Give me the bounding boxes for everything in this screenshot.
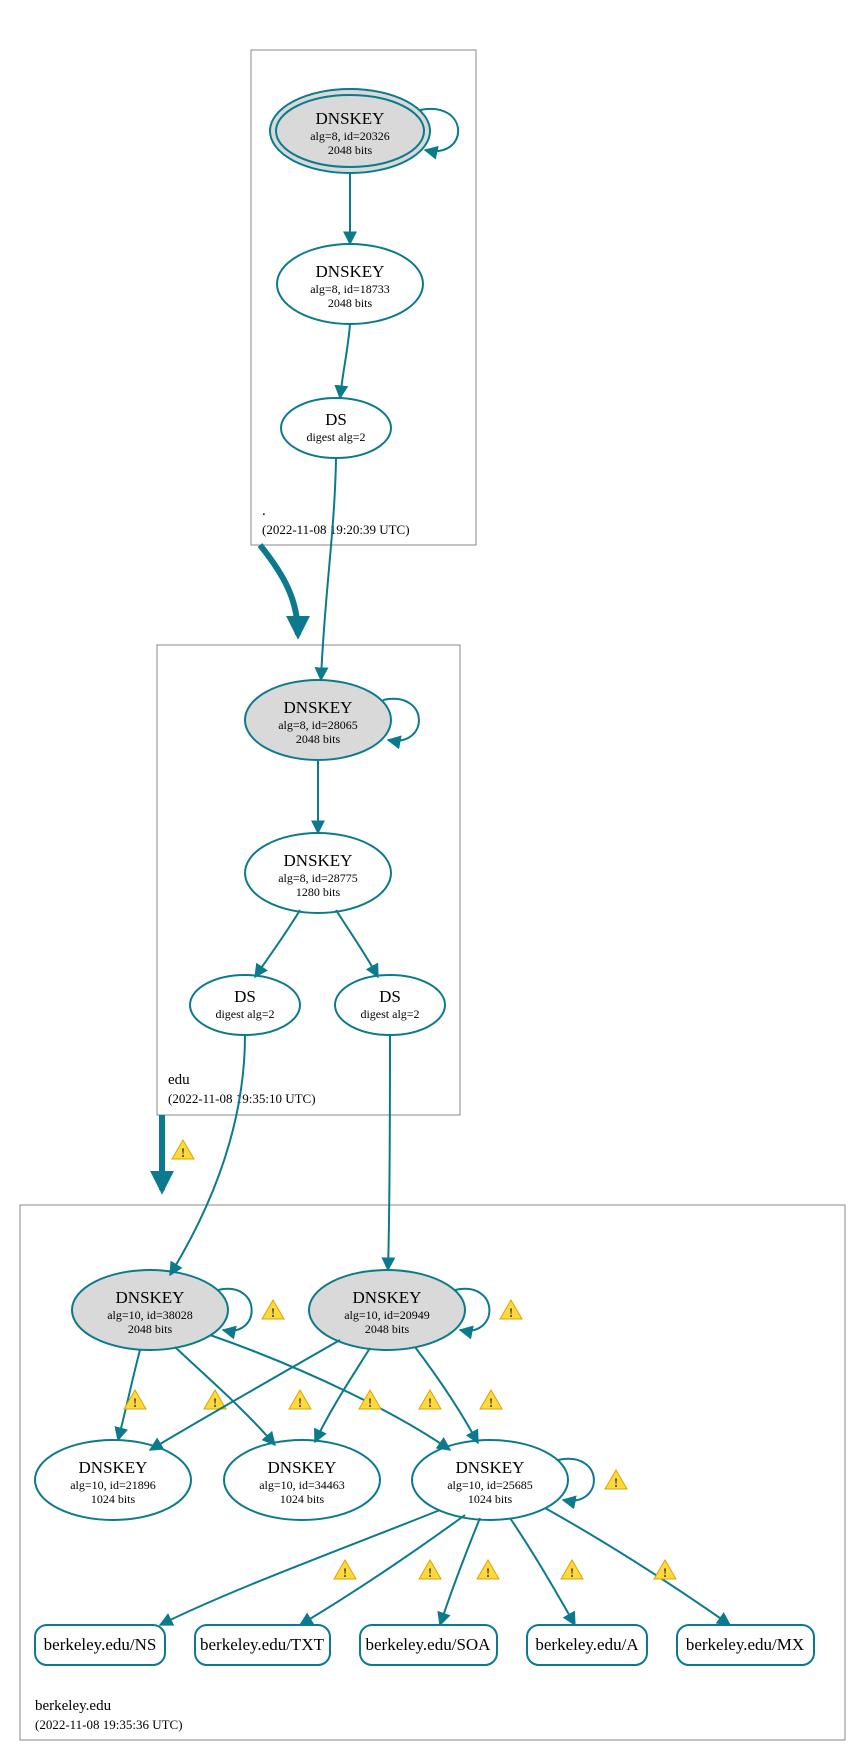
edge-eduzsk-ds2: [336, 910, 378, 977]
node-bk-zsk2: DNSKEY alg=10, id=34463 1024 bits: [224, 1440, 380, 1520]
edge-k2-z3: [415, 1347, 478, 1443]
node-rr-mx: berkeley.edu/MX: [677, 1625, 814, 1665]
svg-text:1024 bits: 1024 bits: [91, 1492, 136, 1506]
node-root-ksk: DNSKEY alg=8, id=20326 2048 bits: [270, 89, 430, 173]
svg-text:alg=10, id=38028: alg=10, id=38028: [107, 1308, 193, 1322]
svg-text:DNSKEY: DNSKEY: [456, 1458, 525, 1477]
svg-text:DNSKEY: DNSKEY: [116, 1288, 185, 1307]
svg-text:DNSKEY: DNSKEY: [79, 1458, 148, 1477]
warn-icon: [419, 1390, 441, 1410]
node-root-ds: DS digest alg=2: [281, 398, 391, 458]
edge-rootds-eduksk: [321, 458, 336, 680]
warn-icon: [289, 1390, 311, 1410]
svg-text:alg=10, id=25685: alg=10, id=25685: [447, 1478, 533, 1492]
zone-edu-ts: (2022-11-08 19:35:10 UTC): [168, 1091, 316, 1106]
node-root-zsk: DNSKEY alg=8, id=18733 2048 bits: [277, 244, 423, 324]
svg-text:DNSKEY: DNSKEY: [284, 851, 353, 870]
node-bk-ksk2: DNSKEY alg=10, id=20949 2048 bits: [309, 1270, 465, 1350]
svg-text:alg=8, id=20326: alg=8, id=20326: [310, 129, 390, 143]
edge-eduds2-bkksk2: [388, 1035, 390, 1270]
svg-text:digest alg=2: digest alg=2: [306, 430, 365, 444]
svg-text:2048 bits: 2048 bits: [296, 732, 341, 746]
edge-k1-z2: [175, 1347, 275, 1445]
svg-text:berkeley.edu/SOA: berkeley.edu/SOA: [366, 1635, 492, 1654]
edge-k2-z2: [315, 1348, 370, 1442]
svg-text:DNSKEY: DNSKEY: [316, 262, 385, 281]
node-bk-ksk1: DNSKEY alg=10, id=38028 2048 bits: [72, 1270, 228, 1350]
node-edu-zsk: DNSKEY alg=8, id=28775 1280 bits: [245, 833, 391, 913]
warn-icon: [419, 1560, 441, 1580]
svg-text:DNSKEY: DNSKEY: [284, 698, 353, 717]
node-edu-ksk: DNSKEY alg=8, id=28065 2048 bits: [245, 680, 391, 760]
svg-text:alg=8, id=28065: alg=8, id=28065: [278, 718, 358, 732]
svg-text:alg=10, id=20949: alg=10, id=20949: [344, 1308, 430, 1322]
warn-icon: [480, 1390, 502, 1410]
warn-icon: [334, 1560, 356, 1580]
warn-icon: [605, 1470, 627, 1490]
svg-text:1024 bits: 1024 bits: [280, 1492, 325, 1506]
edge-root-to-edu-zone: [260, 545, 298, 635]
svg-text:DNSKEY: DNSKEY: [353, 1288, 422, 1307]
warn-icon: [500, 1300, 522, 1320]
node-edu-ds1: DS digest alg=2: [190, 975, 300, 1035]
svg-text:DNSKEY: DNSKEY: [268, 1458, 337, 1477]
svg-text:DS: DS: [379, 987, 401, 1006]
svg-text:1024 bits: 1024 bits: [468, 1492, 513, 1506]
svg-text:2048 bits: 2048 bits: [328, 296, 373, 310]
zone-bk-ts: (2022-11-08 19:35:36 UTC): [35, 1717, 183, 1732]
edge-z3-txt: [300, 1515, 465, 1625]
svg-text:2048 bits: 2048 bits: [365, 1322, 410, 1336]
svg-text:alg=8, id=28775: alg=8, id=28775: [278, 871, 358, 885]
svg-text:alg=10, id=21896: alg=10, id=21896: [70, 1478, 156, 1492]
zone-root-label: .: [262, 503, 266, 519]
svg-text:berkeley.edu/TXT: berkeley.edu/TXT: [200, 1635, 325, 1654]
svg-text:digest alg=2: digest alg=2: [360, 1007, 419, 1021]
node-rr-soa: berkeley.edu/SOA: [360, 1625, 497, 1665]
svg-text:berkeley.edu/NS: berkeley.edu/NS: [44, 1635, 157, 1654]
svg-text:2048 bits: 2048 bits: [128, 1322, 173, 1336]
zone-root-ts: (2022-11-08 19:20:39 UTC): [262, 522, 410, 537]
svg-text:2048 bits: 2048 bits: [328, 143, 373, 157]
edge-k1-z3: [210, 1335, 450, 1450]
warn-icon: [654, 1560, 676, 1580]
node-rr-txt: berkeley.edu/TXT: [195, 1625, 330, 1665]
svg-text:berkeley.edu/MX: berkeley.edu/MX: [686, 1635, 804, 1654]
warn-icon: [561, 1560, 583, 1580]
edge-z3-soa: [440, 1518, 480, 1625]
svg-text:DS: DS: [325, 410, 347, 429]
edge-root-zsk-ds: [340, 324, 350, 398]
warn-icon: [172, 1140, 194, 1160]
svg-text:berkeley.edu/A: berkeley.edu/A: [535, 1635, 639, 1654]
warn-icon: [477, 1560, 499, 1580]
zone-edu-label: edu: [168, 1072, 190, 1088]
svg-text:1280 bits: 1280 bits: [296, 885, 341, 899]
edge-eduzsk-ds1: [255, 910, 300, 977]
node-edu-ds2: DS digest alg=2: [335, 975, 445, 1035]
svg-text:DS: DS: [234, 987, 256, 1006]
node-rr-ns: berkeley.edu/NS: [35, 1625, 165, 1665]
svg-text:digest alg=2: digest alg=2: [215, 1007, 274, 1021]
edge-z3-ns: [160, 1510, 440, 1625]
node-bk-zsk3: DNSKEY alg=10, id=25685 1024 bits: [412, 1440, 568, 1520]
svg-text:DNSKEY: DNSKEY: [316, 109, 385, 128]
warn-icon: [262, 1300, 284, 1320]
edge-k2-z1: [150, 1340, 340, 1450]
zone-bk-label: berkeley.edu: [35, 1698, 112, 1714]
node-bk-zsk1: DNSKEY alg=10, id=21896 1024 bits: [35, 1440, 191, 1520]
svg-text:alg=10, id=34463: alg=10, id=34463: [259, 1478, 345, 1492]
svg-text:alg=8, id=18733: alg=8, id=18733: [310, 282, 390, 296]
node-rr-a: berkeley.edu/A: [527, 1625, 647, 1665]
